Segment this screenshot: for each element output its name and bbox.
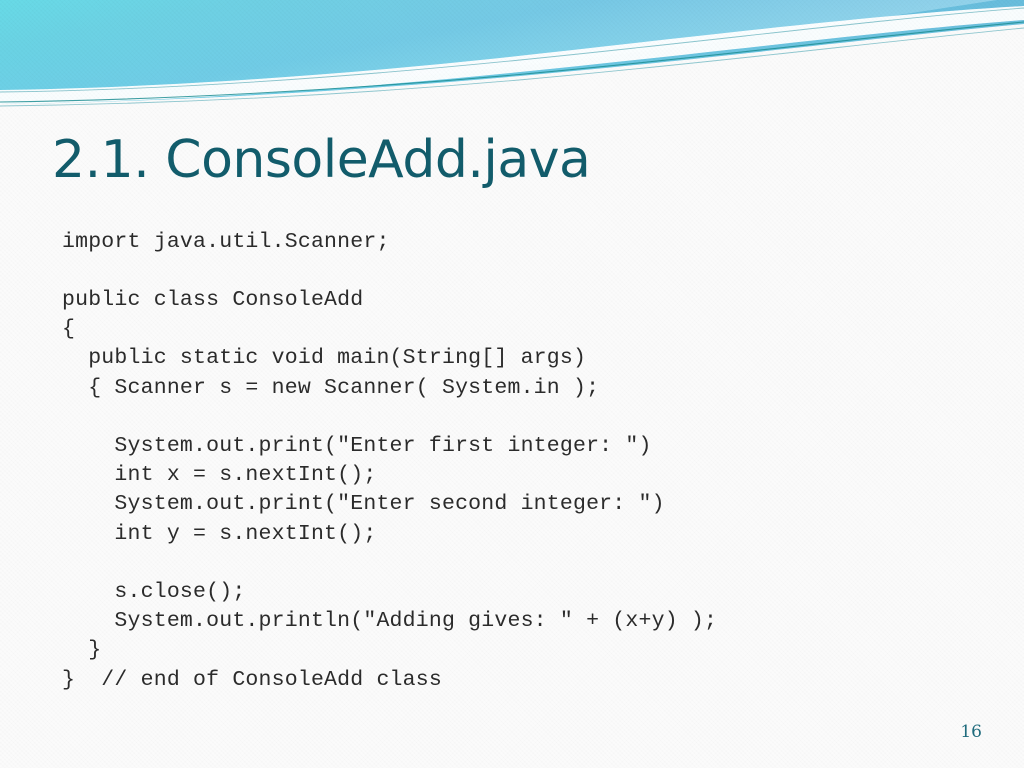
java-code-listing: import java.util.Scanner; public class Co…	[62, 228, 717, 695]
slide-title: 2.1. ConsoleAdd.java	[52, 129, 591, 190]
code-line: int x = s.nextInt();	[62, 463, 377, 488]
code-line: public class ConsoleAdd	[62, 287, 364, 312]
code-line: System.out.print("Enter first integer: "…	[62, 433, 652, 458]
code-line: { Scanner s = new Scanner( System.in );	[62, 375, 600, 400]
code-line: s.close();	[62, 579, 246, 604]
wave-banner-decoration	[0, 0, 1024, 110]
code-line: } // end of ConsoleAdd class	[62, 667, 442, 692]
code-line: System.out.print("Enter second integer: …	[62, 492, 665, 517]
code-line: public static void main(String[] args)	[62, 346, 587, 371]
code-line: System.out.println("Adding gives: " + (x…	[62, 609, 718, 634]
slide-page-number: 16	[960, 722, 982, 742]
code-line: {	[62, 317, 76, 342]
code-line: int y = s.nextInt();	[62, 521, 377, 546]
code-line: }	[62, 638, 102, 663]
presentation-slide: 2.1. ConsoleAdd.java import java.util.Sc…	[0, 0, 1024, 768]
code-line: import java.util.Scanner;	[62, 229, 390, 254]
